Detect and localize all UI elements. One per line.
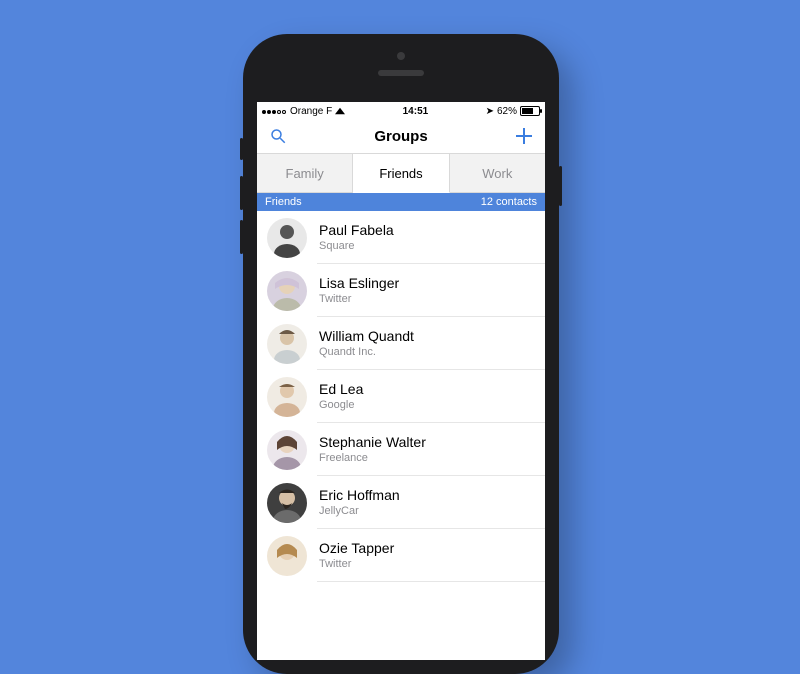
avatar	[267, 218, 307, 258]
tab-friends[interactable]: Friends	[353, 154, 449, 193]
list-item[interactable]: Stephanie Walter Freelance	[257, 423, 545, 476]
contact-name: Ozie Tapper	[319, 540, 394, 557]
contact-sub: Twitter	[319, 293, 399, 306]
search-button[interactable]	[267, 125, 289, 147]
avatar	[267, 271, 307, 311]
contact-name: Lisa Eslinger	[319, 275, 399, 292]
screen: Orange F 14:51 ➤ 62% Groups F	[257, 102, 545, 660]
location-icon: ➤	[486, 106, 494, 117]
section-header: Friends 12 contacts	[257, 193, 545, 211]
list-item[interactable]: Paul Fabela Square	[257, 211, 545, 264]
page-title: Groups	[374, 128, 427, 145]
phone-frame: Orange F 14:51 ➤ 62% Groups F	[243, 34, 559, 674]
contact-sub: JellyCar	[319, 505, 400, 518]
contact-name: Eric Hoffman	[319, 487, 400, 504]
list-item[interactable]: Ozie Tapper Twitter	[257, 529, 545, 582]
carrier-label: Orange F	[290, 106, 332, 117]
wifi-icon	[335, 108, 345, 114]
contact-name: Ed Lea	[319, 381, 363, 398]
contact-sub: Freelance	[319, 452, 426, 465]
list-item[interactable]: Eric Hoffman JellyCar	[257, 476, 545, 529]
avatar	[267, 536, 307, 576]
avatar	[267, 324, 307, 364]
search-icon	[269, 127, 287, 145]
contact-sub: Quandt Inc.	[319, 346, 414, 359]
mute-switch	[240, 138, 243, 160]
status-time: 14:51	[345, 106, 485, 117]
section-count: 12 contacts	[481, 196, 537, 208]
section-title: Friends	[265, 196, 302, 208]
status-right: ➤ 62%	[486, 106, 540, 117]
contact-list[interactable]: Paul Fabela Square Lisa Eslinger Twitter	[257, 211, 545, 582]
contact-name: Paul Fabela	[319, 222, 394, 239]
status-bar: Orange F 14:51 ➤ 62%	[257, 102, 545, 119]
volume-down	[240, 220, 243, 254]
battery-icon	[520, 106, 540, 116]
navbar: Groups	[257, 119, 545, 154]
group-tabs: Family Friends Work	[257, 154, 545, 193]
list-item[interactable]: Lisa Eslinger Twitter	[257, 264, 545, 317]
status-left: Orange F	[262, 106, 345, 117]
plus-icon	[516, 128, 532, 144]
battery-pct: 62%	[497, 106, 517, 117]
tab-work[interactable]: Work	[450, 154, 545, 192]
list-item[interactable]: William Quandt Quandt Inc.	[257, 317, 545, 370]
earpiece-speaker	[378, 70, 424, 76]
list-item[interactable]: Ed Lea Google	[257, 370, 545, 423]
contact-sub: Twitter	[319, 558, 394, 571]
avatar	[267, 483, 307, 523]
add-button[interactable]	[513, 125, 535, 147]
front-camera	[397, 52, 405, 60]
contact-name: Stephanie Walter	[319, 434, 426, 451]
contact-sub: Google	[319, 399, 363, 412]
tab-family[interactable]: Family	[257, 154, 353, 192]
contact-name: William Quandt	[319, 328, 414, 345]
avatar	[267, 430, 307, 470]
power-button	[559, 166, 562, 206]
contact-sub: Square	[319, 240, 394, 253]
avatar	[267, 377, 307, 417]
volume-up	[240, 176, 243, 210]
signal-dots-icon	[262, 106, 287, 117]
